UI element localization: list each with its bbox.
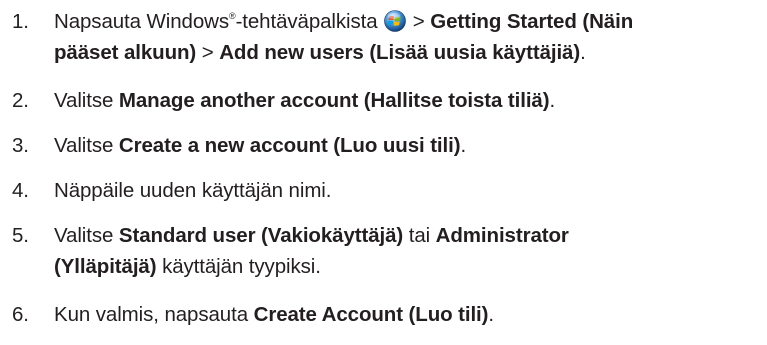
bold-term: (Ylläpitäjä)	[54, 255, 157, 278]
text-segment: .	[460, 134, 467, 157]
text-segment: tai	[403, 224, 436, 247]
text-segment: käyttäjän tyypiksi.	[156, 255, 321, 278]
text-segment: Valitse	[54, 134, 119, 157]
step-line: (Ylläpitäjä) käyttäjän tyypiksi.	[54, 251, 764, 282]
text-segment: .	[580, 41, 586, 64]
step-number: 4.	[12, 179, 29, 202]
text-segment: Näppäile uuden käyttäjän nimi.	[54, 179, 332, 202]
step-line: pääset alkuun) > Add new users (Lisää uu…	[54, 37, 764, 68]
bold-term: Add new users (Lisää uusia käyttäjiä)	[219, 41, 581, 64]
step-text: Näppäile uuden käyttäjän nimi.	[54, 175, 764, 206]
step-text: Napsauta Windows®-tehtäväpalkista > Gett…	[54, 6, 764, 68]
bold-term: Create a new account (Luo uusi tili)	[118, 134, 461, 157]
text-segment: .	[549, 89, 556, 112]
text-segment: >	[407, 10, 431, 33]
text-segment: Valitse	[54, 89, 119, 112]
text-segment: >	[196, 41, 220, 64]
text-segment: .	[488, 303, 494, 326]
step-number: 5.	[12, 224, 29, 247]
windows-start-orb-icon	[384, 10, 406, 32]
bold-term: pääset alkuun)	[54, 41, 197, 64]
text-segment: Valitse	[54, 224, 119, 247]
step-number: 1.	[12, 10, 29, 33]
text-segment: -tehtäväpalkista	[235, 10, 384, 33]
bold-term: Administrator	[435, 224, 569, 247]
step-text: Valitse Standard user (Vakiokäyttäjä) ta…	[54, 220, 764, 282]
bold-term: Standard user (Vakiokäyttäjä)	[118, 224, 404, 247]
step-text: Valitse Create a new account (Luo uusi t…	[54, 130, 764, 161]
bold-term: Create Account (Luo tili)	[253, 303, 489, 326]
step-number: 6.	[12, 303, 29, 326]
step-number: 3.	[12, 134, 29, 157]
text-segment: Napsauta Windows	[54, 10, 230, 33]
text-segment: Kun valmis, napsauta	[54, 303, 254, 326]
step-line: Napsauta Windows®-tehtäväpalkista > Gett…	[54, 6, 764, 37]
bold-term: Getting Started (Näin	[430, 10, 634, 33]
step-line: Valitse Standard user (Vakiokäyttäjä) ta…	[54, 220, 764, 251]
step-text: Valitse Manage another account (Hallitse…	[54, 85, 764, 116]
step-text: Kun valmis, napsauta Create Account (Luo…	[54, 299, 764, 330]
step-number: 2.	[12, 89, 29, 112]
bold-term: Manage another account (Hallitse toista …	[118, 89, 550, 112]
